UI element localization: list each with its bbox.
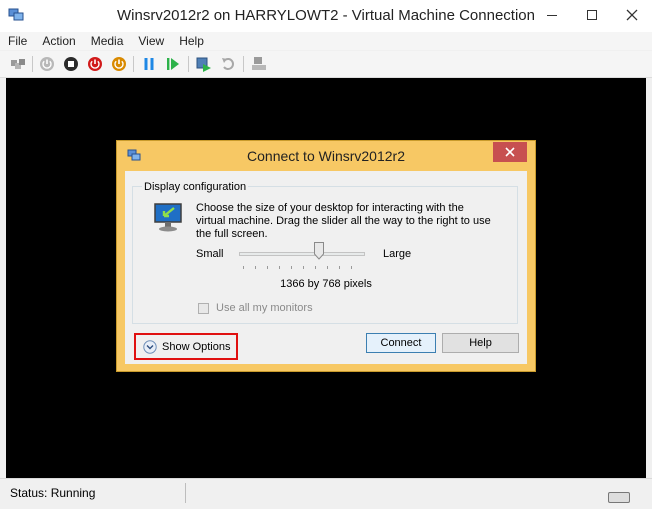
connect-dialog: Connect to Winsrv2012r2 Display configur…: [116, 140, 536, 372]
title-bar: Winsrv2012r2 on HARRYLOWT2 - Virtual Mac…: [0, 0, 652, 32]
slider-thumb[interactable]: [314, 242, 325, 260]
minimize-button[interactable]: [532, 0, 572, 30]
slider-min-label: Small: [196, 248, 224, 260]
menu-action[interactable]: Action: [34, 32, 82, 50]
start-icon: [40, 57, 54, 71]
checkpoint-button[interactable]: [195, 55, 213, 73]
resume-icon: [167, 58, 179, 70]
use-all-monitors-checkbox[interactable]: [198, 302, 209, 314]
connect-button[interactable]: Connect: [366, 333, 436, 353]
status-divider: [185, 483, 186, 503]
ctrl-alt-del-button[interactable]: [9, 55, 27, 73]
keyboard-icon: [608, 492, 630, 503]
slider-track: [239, 252, 365, 256]
menu-help[interactable]: Help: [171, 32, 211, 50]
close-icon: [626, 9, 638, 21]
status-bar: Status: Running: [0, 478, 652, 509]
ctrl-alt-del-icon: [11, 59, 25, 69]
menu-bar: File Action Media View Help: [0, 32, 652, 50]
slider-max-label: Large: [383, 248, 412, 260]
start-button[interactable]: [38, 55, 56, 73]
shutdown-icon: [88, 57, 102, 71]
enhanced-session-button[interactable]: [250, 55, 268, 73]
slider-ticks: [243, 266, 363, 269]
close-icon: [505, 147, 515, 157]
pause-button[interactable]: [140, 55, 158, 73]
help-button[interactable]: Help: [442, 333, 519, 353]
toolbar: [0, 51, 652, 78]
maximize-icon: [587, 10, 597, 20]
enhanced-session-icon: [252, 57, 266, 70]
checkpoint-icon: [196, 57, 211, 72]
turn-off-button[interactable]: [62, 55, 80, 73]
resolution-label: 1366 by 768 pixels: [280, 278, 372, 290]
maximize-button[interactable]: [572, 0, 612, 30]
show-options-button[interactable]: Show Options: [134, 333, 238, 360]
display-size-slider[interactable]: [237, 241, 367, 271]
show-options-label: Show Options: [162, 340, 231, 353]
turn-off-icon: [64, 57, 78, 71]
monitor-icon: [154, 203, 182, 232]
save-icon: [112, 57, 126, 71]
shutdown-button[interactable]: [86, 55, 104, 73]
dialog-close-button[interactable]: [493, 142, 527, 162]
revert-icon: [222, 58, 234, 70]
resume-button[interactable]: [164, 55, 182, 73]
pause-icon: [144, 58, 154, 70]
menu-view[interactable]: View: [130, 32, 171, 50]
save-button[interactable]: [110, 55, 128, 73]
dialog-title: Connect to Winsrv2012r2: [247, 148, 405, 164]
menu-file[interactable]: File: [0, 32, 34, 50]
close-button[interactable]: [612, 0, 652, 30]
dialog-body: Display configuration Choose the size of…: [125, 171, 527, 364]
use-all-monitors-row: Use all my monitors: [198, 302, 313, 314]
chevron-down-icon: [143, 339, 157, 354]
status-text: Status: Running: [10, 486, 96, 500]
group-label: Display configuration: [142, 181, 249, 193]
use-all-monitors-label: Use all my monitors: [216, 302, 313, 314]
menu-media[interactable]: Media: [83, 32, 131, 50]
display-description: Choose the size of your desktop for inte…: [196, 202, 491, 240]
minimize-icon: [547, 15, 557, 16]
revert-button[interactable]: [219, 55, 237, 73]
